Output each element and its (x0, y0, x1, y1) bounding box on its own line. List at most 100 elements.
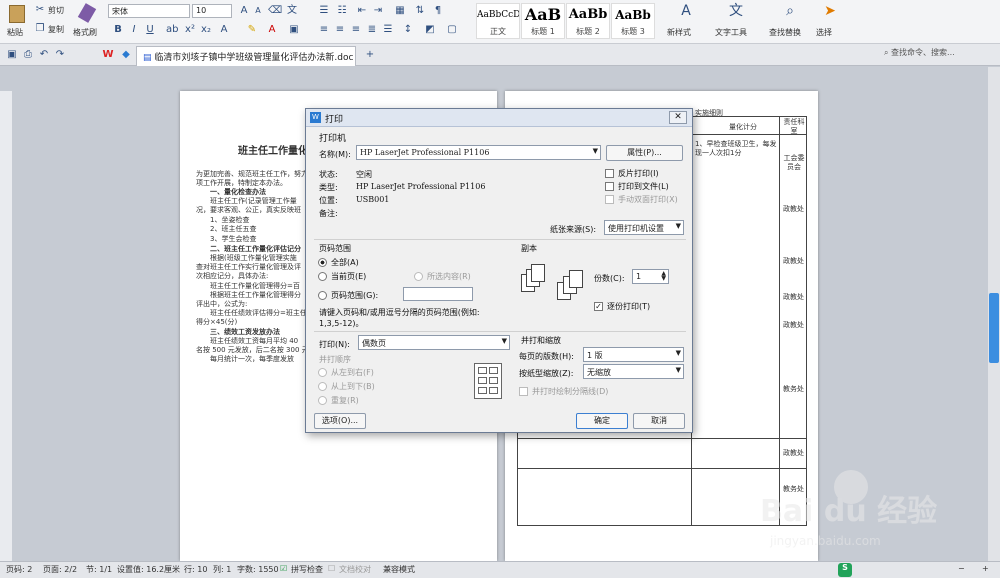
clear-format-icon[interactable]: ⌫ (268, 5, 282, 17)
select-button[interactable]: ➤ 选择 (814, 3, 844, 41)
options-button[interactable]: 选项(O)... (314, 413, 366, 429)
cut-button[interactable]: ✂ 剪切 (34, 4, 72, 17)
range-current-radio[interactable] (318, 272, 327, 281)
scale-select[interactable]: 无缩放 ▼ (583, 364, 684, 379)
dropdown-arrow-icon: ▼ (592, 147, 598, 155)
sort-icon[interactable]: ⇅ (414, 5, 426, 17)
wps-s-icon[interactable]: S (838, 563, 852, 577)
properties-button[interactable]: 属性(P)... (606, 145, 683, 161)
cancel-button[interactable]: 取消 (633, 413, 685, 429)
shading-icon[interactable]: ◩ (424, 24, 436, 36)
char-shading-icon[interactable]: ▣ (288, 24, 300, 36)
show-marks-icon[interactable]: ¶ (432, 5, 444, 17)
print-to-file-checkbox[interactable] (605, 182, 614, 191)
pages-per-sheet-select[interactable]: 1 版 ▼ (583, 347, 684, 362)
reverse-print-checkbox[interactable] (605, 169, 614, 178)
order-left-right-radio[interactable] (318, 368, 327, 377)
print-icon[interactable]: ⎙ (22, 49, 34, 61)
find-replace-label: 查找替换 (769, 28, 801, 37)
print-dialog: W 打印 ✕ 打印机 名称(M): HP LaserJet Profession… (305, 108, 693, 433)
style-label: 正文 (490, 27, 506, 36)
paste-button[interactable]: 粘贴 (4, 3, 30, 41)
paste-label: 粘贴 (7, 28, 23, 37)
cloud-icon[interactable]: ◆ (120, 49, 132, 61)
new-style-button[interactable]: A 新样式 (664, 3, 704, 41)
table-cell: 量化计分 (729, 123, 757, 131)
shrink-font-icon[interactable]: A (252, 5, 264, 17)
style-heading-3[interactable]: AaBb 标题 3 (611, 3, 655, 39)
superscript-icon[interactable]: x² (184, 24, 196, 36)
proofread-icon[interactable]: ☐ (328, 564, 335, 573)
range-all-radio[interactable] (318, 258, 327, 267)
indent-icon[interactable]: ⇥ (372, 5, 384, 17)
font-color-icon[interactable]: A (266, 24, 278, 36)
order-top-bottom-radio[interactable] (318, 382, 327, 391)
paper-source-select[interactable]: 使用打印机设置 ▼ (604, 220, 684, 235)
numbering-icon[interactable]: ☷ (336, 5, 348, 17)
table-cell: 工会委员会 (783, 154, 805, 171)
align-center-icon[interactable]: ≡ (334, 24, 346, 36)
order-repeat-radio[interactable] (318, 396, 327, 405)
collate-checkbox[interactable]: ✓ (594, 302, 603, 311)
range-selection-radio[interactable] (414, 272, 423, 281)
printer-name-select[interactable]: HP LaserJet Professional P1106 ▼ (356, 145, 601, 160)
font-name-select[interactable]: 宋体 (108, 4, 190, 18)
line-spacing-icon[interactable]: ↕ (402, 24, 414, 36)
brush-icon (77, 3, 97, 23)
print-what-value: 偶数页 (362, 339, 386, 348)
status-section: 节: 1/1 (86, 565, 113, 574)
ok-button[interactable]: 确定 (576, 413, 628, 429)
manual-duplex-checkbox[interactable] (605, 195, 614, 204)
phonetic-icon[interactable]: 文 (286, 5, 298, 17)
copies-section-label: 副本 (521, 244, 537, 253)
subscript-icon[interactable]: x₂ (200, 24, 212, 36)
status-proofread[interactable]: 文档校对 (339, 564, 371, 575)
bold-icon[interactable]: B (112, 24, 124, 36)
distribute-icon[interactable]: ☰ (382, 24, 394, 36)
text-tools-button[interactable]: 文 文字工具 (712, 3, 758, 41)
draw-borders-checkbox[interactable] (519, 387, 528, 396)
find-replace-button[interactable]: ⌕ 查找替换 (766, 3, 812, 41)
scrollbar-thumb[interactable] (989, 293, 999, 363)
close-icon[interactable]: ✕ (669, 111, 687, 124)
font-size-select[interactable]: 10 (192, 4, 232, 18)
justify-icon[interactable]: ≣ (366, 24, 378, 36)
page-range-input[interactable] (403, 287, 473, 301)
save-icon[interactable]: ▣ (6, 49, 18, 61)
undo-icon[interactable]: ↶ (38, 49, 50, 61)
align-right-icon[interactable]: ≡ (350, 24, 362, 36)
font-effects-icon[interactable]: A (218, 24, 230, 36)
align-left-icon[interactable]: ≡ (318, 24, 330, 36)
location-value: USB001 (356, 195, 390, 204)
style-heading-2[interactable]: AaBb 标题 2 (566, 3, 610, 39)
grow-font-icon[interactable]: A (238, 5, 250, 17)
highlight-icon[interactable]: ✎ (246, 24, 258, 36)
chinese-layout-icon[interactable]: ▦ (394, 5, 406, 17)
spell-check-icon[interactable]: ☑ (280, 564, 287, 573)
bullets-icon[interactable]: ☰ (318, 5, 330, 17)
watermark-text: Bai du 经验 (760, 494, 938, 529)
underline-icon[interactable]: U (144, 24, 156, 36)
document-tab[interactable]: ▤ 临清市刘垓子镇中学班级管理量化评估办法新.doc * (136, 46, 356, 66)
range-pages-radio[interactable] (318, 291, 327, 300)
copies-spinner[interactable]: 1 ▲ ▼ (632, 269, 669, 284)
style-normal[interactable]: AaBbCcD 正文 (476, 3, 520, 39)
italic-icon[interactable]: I (128, 24, 140, 36)
borders-icon[interactable]: ▢ (446, 24, 458, 36)
redo-icon[interactable]: ↷ (54, 49, 66, 61)
format-painter-button[interactable]: 格式刷 (73, 3, 101, 41)
style-heading-1[interactable]: AaB 标题 1 (521, 3, 565, 39)
copy-button[interactable]: ❐ 复制 (34, 23, 72, 36)
search-placeholder: 查找命令、搜索... (891, 48, 955, 57)
status-page-number: 页码: 2 (6, 565, 33, 574)
zoom-in-icon[interactable]: + (982, 564, 989, 573)
new-tab-icon[interactable]: + (364, 49, 376, 61)
strikethrough-icon[interactable]: ab (166, 24, 178, 36)
search-box[interactable]: ⌕ 查找命令、搜索... (884, 47, 998, 62)
order-preview-icon (474, 363, 502, 399)
print-what-select[interactable]: 偶数页 ▼ (358, 335, 510, 350)
outdent-icon[interactable]: ⇤ (356, 5, 368, 17)
wps-logo-icon[interactable]: W (102, 49, 114, 61)
status-spell-check[interactable]: 拼写检查 (291, 564, 323, 575)
zoom-out-icon[interactable]: − (958, 564, 965, 573)
